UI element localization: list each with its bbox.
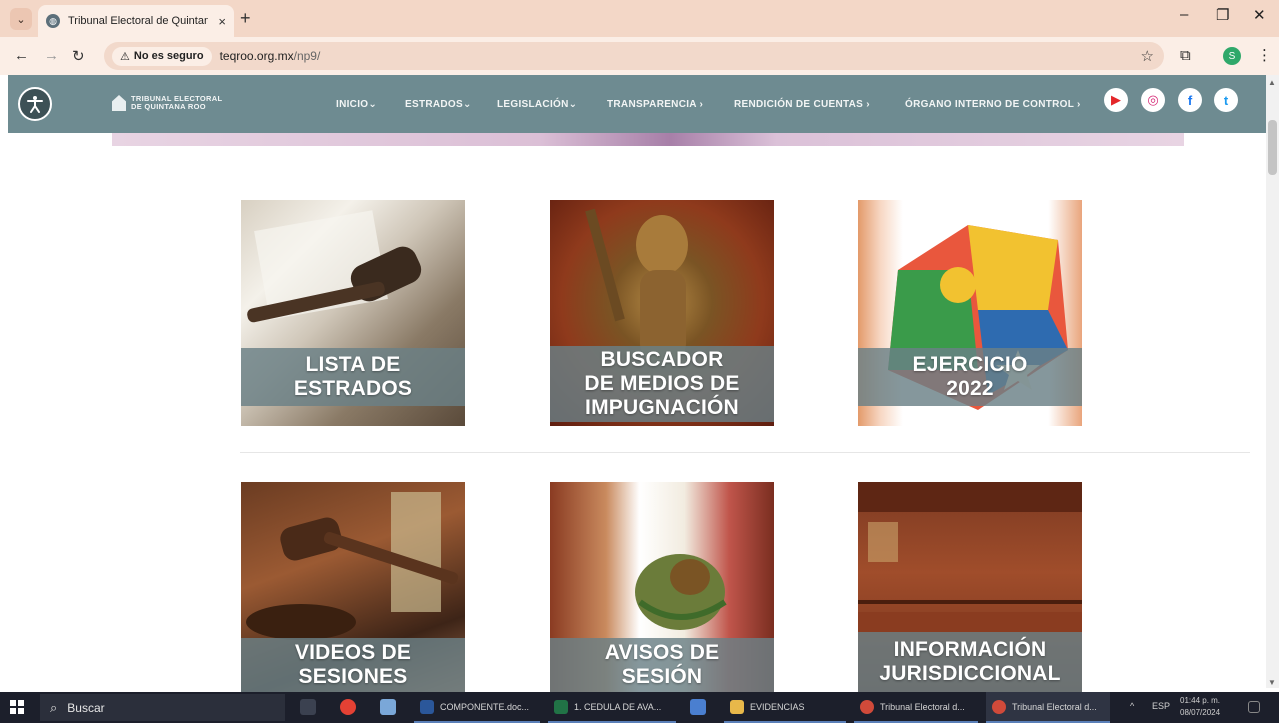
nav-estrados[interactable]: ESTRADOS⌄ [405, 99, 472, 110]
taskbar-item-label: 1. CEDULA DE AVA... [574, 701, 662, 712]
windows-start-icon[interactable] [10, 700, 24, 714]
notifications-icon[interactable] [1248, 701, 1260, 713]
scroll-down-arrow-icon[interactable]: ▼ [1268, 678, 1276, 687]
scroll-up-arrow-icon[interactable]: ▲ [1268, 78, 1276, 87]
site-header: TRIBUNAL ELECTORAL DE QUINTANA ROO INICI… [8, 75, 1266, 133]
security-chip[interactable]: ⚠ No es seguro [112, 46, 212, 66]
card-title: INFORMACIÓN JURISDICCIONAL [879, 638, 1061, 685]
nav-organo-interno-de-control[interactable]: ÓRGANO INTERNO DE CONTROL › [905, 99, 1081, 110]
security-label: No es seguro [133, 50, 204, 62]
bookmark-star-icon[interactable]: ☆ [1141, 47, 1154, 65]
taskbar-item-label: EVIDENCIAS [750, 701, 805, 712]
excel-icon [554, 699, 568, 714]
tray-chevron-icon[interactable]: ^ [1130, 701, 1134, 711]
new-tab-button[interactable]: + [240, 8, 251, 29]
browser-tab-bar: ⌄ ◍ Tribunal Electoral de Quintana × + –… [0, 0, 1279, 37]
taskbar-item-label: Tribunal Electoral d... [880, 701, 965, 712]
card-label-band: BUSCADOR DE MEDIOS DE IMPUGNACIÓN [550, 346, 774, 422]
card-avisos-de-sesion[interactable]: AVISOS DE SESIÓN [550, 482, 774, 708]
taskbar-item-label: COMPONENTE.doc... [440, 701, 530, 712]
card-buscador-de-medios[interactable]: BUSCADOR DE MEDIOS DE IMPUGNACIÓN [550, 200, 774, 426]
chrome-icon [992, 699, 1006, 714]
app-icon[interactable] [380, 699, 396, 715]
hero-banner-edge [112, 133, 1184, 146]
card-title: LISTA DE ESTRADOS [293, 353, 413, 400]
maximize-button[interactable]: ❐ [1216, 6, 1229, 24]
address-bar[interactable]: ⚠ No es seguro teqroo.org.mx/np9/ ☆ [104, 42, 1164, 70]
site-logo[interactable]: TRIBUNAL ELECTORAL DE QUINTANA ROO [112, 95, 222, 111]
taskbar-item-chrome-1[interactable]: Tribunal Electoral d... [854, 692, 978, 723]
browser-toolbar: ← → ↻ ⚠ No es seguro teqroo.org.mx/np9/ … [0, 37, 1279, 75]
logo-mark-icon [112, 95, 126, 111]
card-label-band: AVISOS DE SESIÓN [550, 638, 774, 692]
extensions-icon[interactable]: ⧉ [1180, 47, 1191, 64]
word-icon [420, 699, 434, 714]
card-label-band: INFORMACIÓN JURISDICCIONAL [858, 632, 1082, 692]
card-title: VIDEOS DE SESIONES [294, 641, 412, 688]
taskbar-item-word[interactable]: COMPONENTE.doc... [414, 692, 540, 723]
card-title: BUSCADOR DE MEDIOS DE IMPUGNACIÓN [584, 348, 740, 419]
nav-transparencia[interactable]: TRANSPARENCIA › [607, 99, 703, 110]
card-label-band: LISTA DE ESTRADOS [241, 348, 465, 406]
card-ejercicio-2022[interactable]: EJERCICIO 2022 [858, 200, 1082, 426]
accessibility-figure-icon [27, 96, 43, 113]
url-host: teqroo.org.mx [219, 49, 294, 63]
search-icon: ⌕ [50, 699, 58, 715]
card-informacion-jurisdiccional[interactable]: INFORMACIÓN JURISDICCIONAL [858, 482, 1082, 708]
globe-icon: ◍ [46, 14, 60, 28]
card-lista-de-estrados[interactable]: LISTA DE ESTRADOS [241, 200, 465, 426]
accessibility-icon[interactable] [18, 87, 52, 121]
taskbar-item-folder[interactable]: EVIDENCIAS [724, 692, 846, 723]
windows-taskbar: ⌕ Buscar COMPONENTE.doc... 1. CEDULA DE … [0, 692, 1279, 723]
taskbar-item-chrome-2[interactable]: Tribunal Electoral d... [986, 692, 1110, 723]
task-view-icon[interactable] [300, 699, 316, 715]
warning-icon: ⚠ [120, 50, 130, 63]
back-arrow-icon[interactable]: ← [14, 47, 29, 64]
tab-title: Tribunal Electoral de Quintana [68, 15, 208, 27]
forward-arrow-icon[interactable]: → [44, 47, 59, 64]
taskbar-item-excel[interactable]: 1. CEDULA DE AVA... [548, 692, 676, 723]
clock-date: 08/07/2024 [1180, 708, 1221, 717]
taskbar-search[interactable]: ⌕ Buscar [40, 694, 285, 721]
nav-legislacion[interactable]: LEGISLACIÓN⌄ [497, 99, 577, 110]
reload-icon[interactable]: ↻ [72, 47, 85, 65]
taskbar-item-label: Tribunal Electoral d... [1012, 701, 1097, 712]
calculator-icon[interactable] [690, 699, 706, 715]
card-title: EJERCICIO 2022 [912, 353, 1028, 400]
logo-line2: DE QUINTANA ROO [131, 102, 206, 111]
profile-avatar[interactable]: S [1223, 47, 1241, 65]
url-path: /np9/ [293, 49, 321, 63]
nav-rendicion-de-cuentas[interactable]: RENDICIÓN DE CUENTAS › [734, 99, 870, 110]
chrome-icon[interactable] [340, 699, 356, 715]
tab-search-button[interactable]: ⌄ [10, 8, 32, 30]
minimize-button[interactable]: – [1180, 6, 1188, 23]
taskbar-search-label: Buscar [67, 700, 105, 715]
twitter-icon[interactable]: t [1214, 88, 1238, 112]
close-tab-icon[interactable]: × [218, 14, 226, 29]
card-label-band: VIDEOS DE SESIONES [241, 638, 465, 692]
card-label-band: EJERCICIO 2022 [858, 348, 1082, 406]
card-title: AVISOS DE SESIÓN [604, 641, 720, 688]
chrome-icon [860, 699, 874, 714]
instagram-icon[interactable]: ◎ [1141, 88, 1165, 112]
clock-time: 01:44 p. m. [1180, 696, 1221, 705]
menu-icon[interactable]: ⋮ [1257, 46, 1272, 64]
taskbar-clock[interactable]: 01:44 p. m. 08/07/2024 [1180, 695, 1220, 719]
language-indicator[interactable]: ESP [1152, 701, 1170, 711]
folder-icon [730, 699, 744, 714]
facebook-icon[interactable]: f [1178, 88, 1202, 112]
youtube-icon[interactable]: ▶ [1104, 88, 1128, 112]
nav-inicio[interactable]: INICIO⌄ [336, 99, 377, 110]
scrollbar-thumb[interactable] [1268, 120, 1277, 175]
browser-tab[interactable]: ◍ Tribunal Electoral de Quintana × [38, 5, 234, 37]
card-videos-de-sesiones[interactable]: VIDEOS DE SESIONES [241, 482, 465, 708]
section-divider [240, 452, 1250, 453]
url-text[interactable]: teqroo.org.mx/np9/ [220, 49, 321, 63]
close-window-button[interactable]: ✕ [1253, 6, 1266, 24]
